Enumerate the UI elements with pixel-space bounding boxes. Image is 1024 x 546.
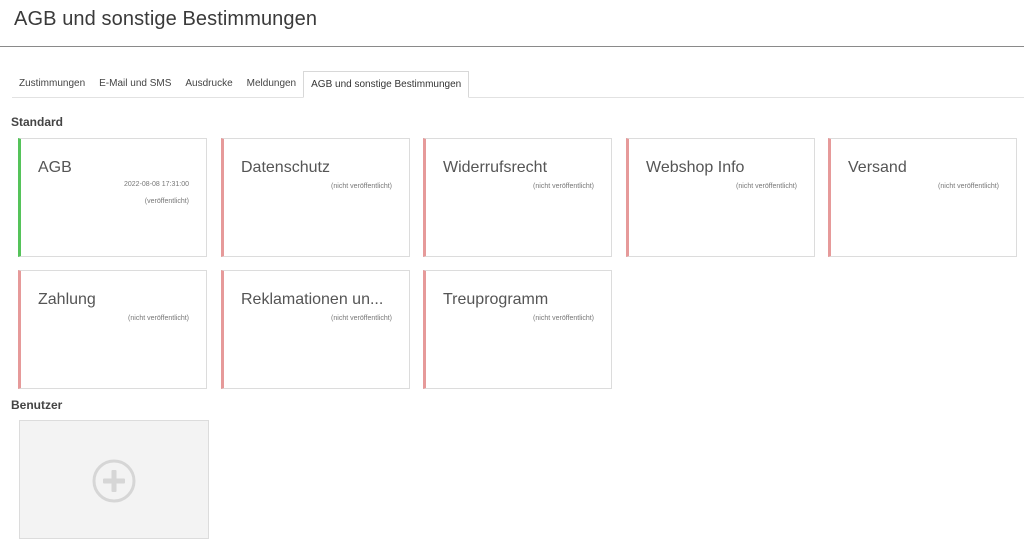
card-datenschutz[interactable]: Datenschutz (nicht veröffentlicht): [221, 138, 410, 257]
tab-email-sms[interactable]: E-Mail und SMS: [92, 71, 178, 97]
card-treuprogramm[interactable]: Treuprogramm (nicht veröffentlicht): [423, 270, 612, 389]
card-date: 2022-08-08 17:31:00: [124, 181, 189, 188]
card-status: (nicht veröffentlicht): [533, 315, 594, 322]
card-reklamationen[interactable]: Reklamationen un... (nicht veröffentlich…: [221, 270, 410, 389]
card-webshop-info[interactable]: Webshop Info (nicht veröffentlicht): [626, 138, 815, 257]
card-title: Webshop Info: [646, 159, 745, 176]
card-title: Treuprogramm: [443, 291, 549, 308]
page-header: AGB und sonstige Bestimmungen: [0, 0, 1024, 47]
card-status: (nicht veröffentlicht): [128, 315, 189, 322]
card-agb[interactable]: AGB 2022-08-08 17:31:00 (veröffentlicht): [18, 138, 207, 257]
card-status: (nicht veröffentlicht): [331, 183, 392, 190]
card-versand[interactable]: Versand (nicht veröffentlicht): [828, 138, 1017, 257]
section-label-standard: Standard: [11, 115, 64, 129]
card-title: Zahlung: [38, 291, 96, 308]
tab-agb[interactable]: AGB und sonstige Bestimmungen: [303, 71, 470, 98]
card-status: (nicht veröffentlicht): [938, 183, 999, 190]
plus-circle-icon: [92, 459, 136, 503]
card-title: AGB: [38, 159, 72, 176]
add-user-document-button[interactable]: [19, 420, 209, 539]
card-status: (nicht veröffentlicht): [736, 183, 797, 190]
page-title: AGB und sonstige Bestimmungen: [14, 8, 318, 30]
card-title: Datenschutz: [241, 159, 330, 176]
tab-meldungen[interactable]: Meldungen: [240, 71, 303, 97]
card-status: (veröffentlicht): [144, 198, 189, 205]
card-title: Versand: [848, 159, 907, 176]
tab-zustimmungen[interactable]: Zustimmungen: [12, 71, 92, 97]
tab-ausdrucke[interactable]: Ausdrucke: [178, 71, 239, 97]
card-zahlung[interactable]: Zahlung (nicht veröffentlicht): [18, 270, 207, 389]
card-status: (nicht veröffentlicht): [331, 315, 392, 322]
section-label-benutzer: Benutzer: [11, 398, 63, 412]
tab-bar: Zustimmungen E-Mail und SMS Ausdrucke Me…: [12, 71, 1024, 98]
card-title: Widerrufsrecht: [443, 159, 548, 176]
card-status: (nicht veröffentlicht): [533, 183, 594, 190]
card-title: Reklamationen un...: [241, 291, 384, 308]
card-widerrufsrecht[interactable]: Widerrufsrecht (nicht veröffentlicht): [423, 138, 612, 257]
